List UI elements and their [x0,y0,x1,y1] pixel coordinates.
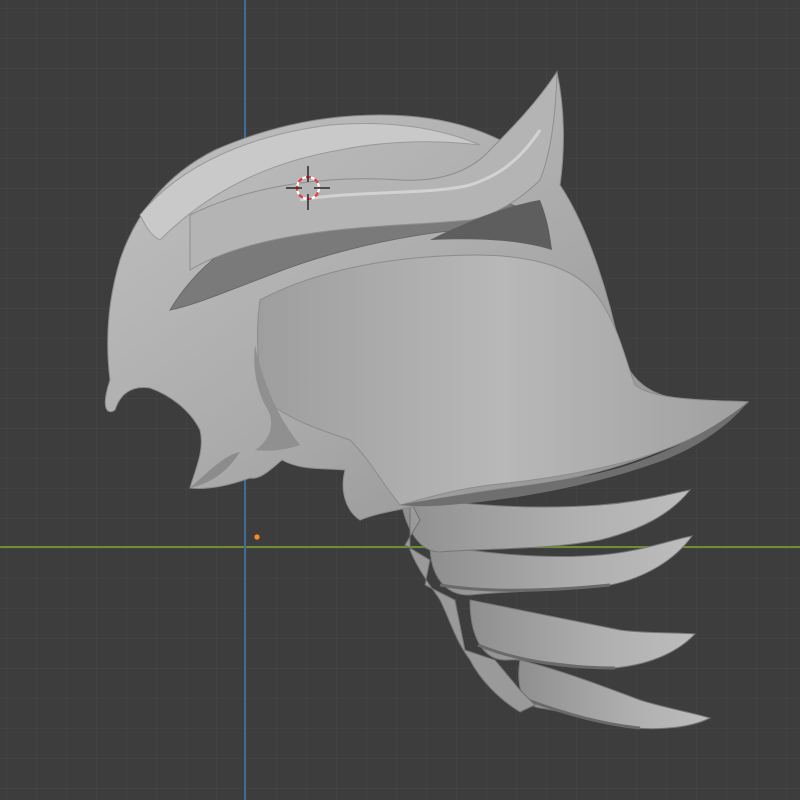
viewport-3d[interactable] [0,0,800,800]
origin-dot-icon[interactable] [254,534,260,540]
viewport-canvas[interactable] [0,0,800,800]
